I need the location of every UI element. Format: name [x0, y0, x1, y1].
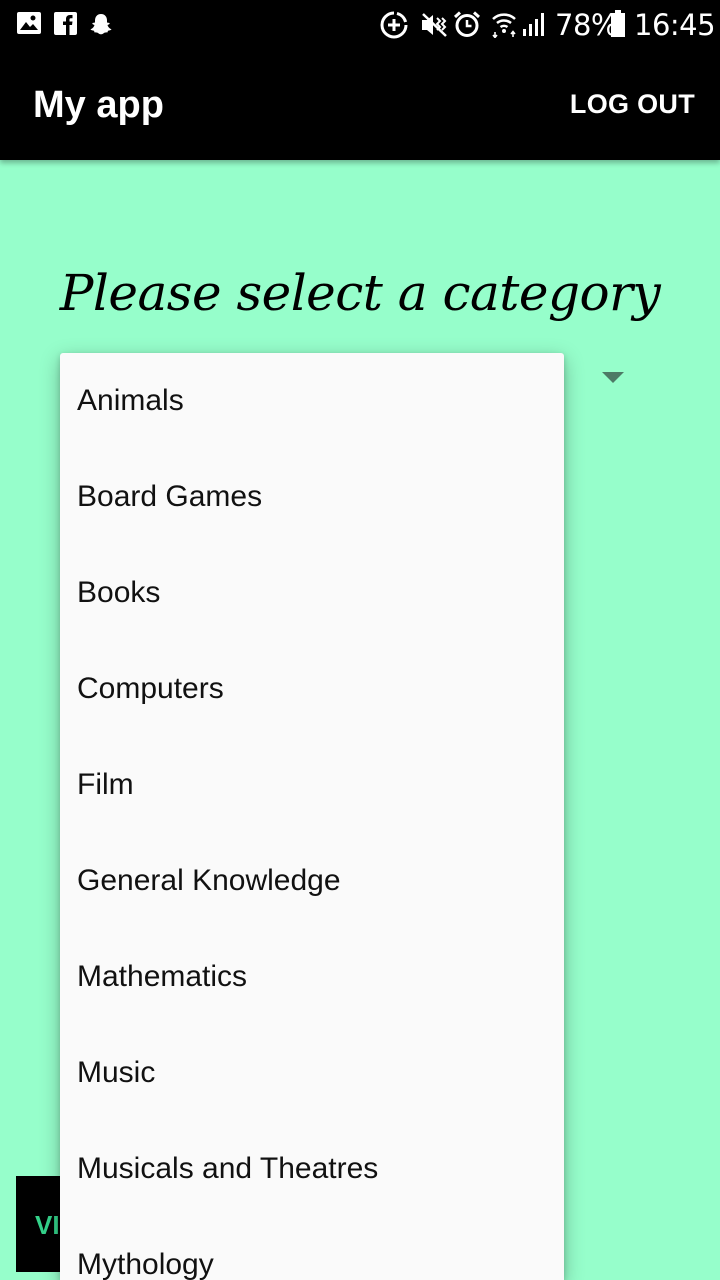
dropdown-item-general-knowledge[interactable]: General Knowledge [60, 833, 564, 929]
snapchat-icon [90, 14, 112, 35]
dropdown-item-mythology[interactable]: Mythology [60, 1217, 564, 1280]
dropdown-item-board-games[interactable]: Board Games [60, 449, 564, 545]
alarm-icon [453, 11, 481, 37]
battery-percentage: 78% [555, 8, 618, 42]
dropdown-item-label: Music [77, 1056, 156, 1089]
mute-vibrate-icon [422, 13, 447, 37]
dropdown-item-animals[interactable]: Animals [60, 353, 564, 449]
dropdown-item-label: Books [77, 576, 161, 609]
dropdown-item-label: General Knowledge [77, 864, 341, 897]
dropdown-item-computers[interactable]: Computers [60, 641, 564, 737]
data-saver-icon [380, 11, 408, 39]
dropdown-item-label: Mythology [77, 1248, 214, 1280]
dropdown-item-label: Computers [77, 672, 224, 705]
wifi-icon [492, 13, 516, 38]
dropdown-item-label: Board Games [77, 480, 263, 513]
app-title: My app [33, 84, 164, 126]
dropdown-arrow-icon[interactable] [602, 372, 624, 384]
dropdown-item-film[interactable]: Film [60, 737, 564, 833]
dropdown-item-label: Animals [77, 384, 184, 417]
app-bar: My app LOG OUT [0, 50, 720, 160]
dropdown-item-label: Mathematics [77, 960, 248, 993]
logout-button[interactable]: LOG OUT [570, 89, 695, 120]
dropdown-item-music[interactable]: Music [60, 1025, 564, 1121]
category-dropdown-list: Animals Board Games Books Computers Film… [60, 353, 564, 1280]
category-prompt: Please select a category [59, 264, 661, 322]
dropdown-item-label: Film [77, 768, 134, 801]
dropdown-item-books[interactable]: Books [60, 545, 564, 641]
status-bar: 78% 16:45 [0, 0, 720, 50]
battery-icon [611, 10, 625, 37]
clock: 16:45 [634, 8, 716, 42]
view-button-label: VI [35, 1210, 60, 1240]
signal-icon [523, 13, 544, 36]
dropdown-item-mathematics[interactable]: Mathematics [60, 929, 564, 1025]
facebook-icon [54, 12, 77, 35]
gallery-icon [17, 12, 41, 34]
dropdown-item-label: Musicals and Theatres [77, 1152, 379, 1185]
dropdown-item-musicals-and-theatres[interactable]: Musicals and Theatres [60, 1121, 564, 1217]
